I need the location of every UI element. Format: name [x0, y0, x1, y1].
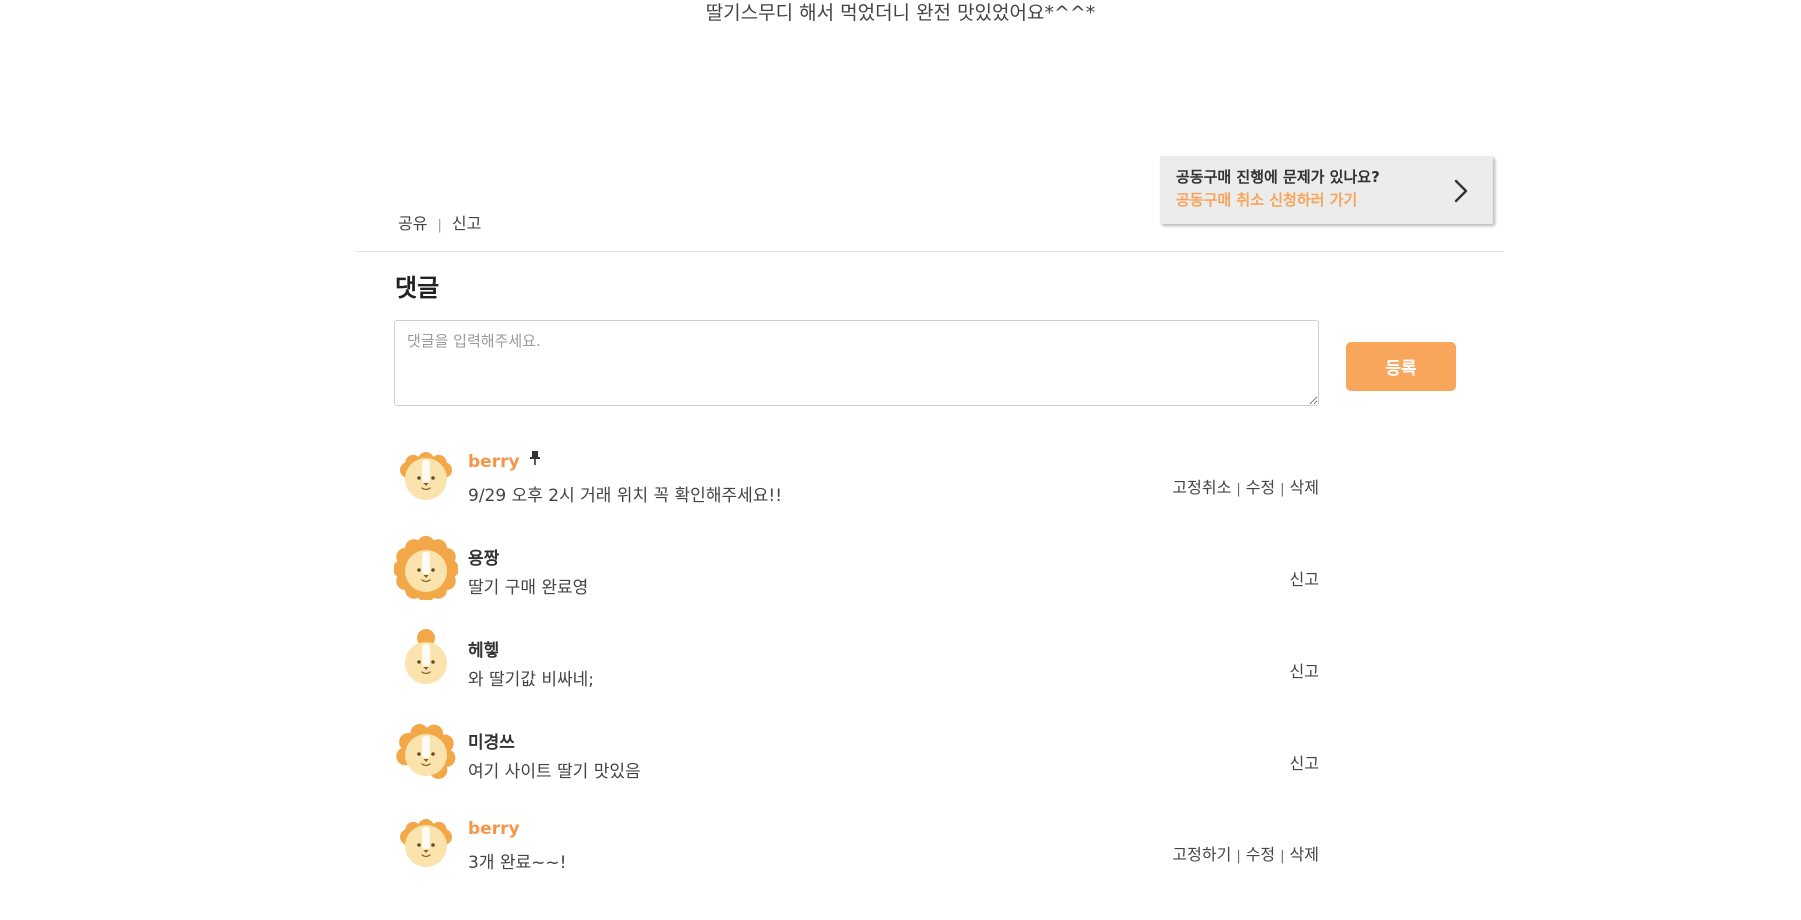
- lion-avatar-icon: [394, 628, 458, 692]
- action-unpin-button[interactable]: 고정취소: [1172, 478, 1231, 497]
- comment-author: 용짱: [468, 549, 500, 569]
- comment-text: 와 딸기값 비싸네;: [468, 670, 595, 690]
- action-pin-button[interactable]: 고정하기: [1172, 845, 1231, 864]
- action-edit-button[interactable]: 수정: [1246, 478, 1275, 497]
- comment-item: 미경쓰여기 사이트 딸기 맛있음 신고: [394, 720, 1319, 790]
- comments-title: 댓글: [395, 274, 440, 302]
- comment-item: 용짱딸기 구매 완료영 신고: [393, 536, 1319, 606]
- comment-text: 9/29 오후 2시 거래 위치 꼭 확인해주세요!!: [468, 486, 783, 506]
- action-separator: |: [1280, 849, 1285, 864]
- comment-text: 3개 완료~~!: [468, 853, 567, 873]
- action-report-button[interactable]: 신고: [1290, 662, 1319, 681]
- post-body-text: 딸기스무디 해서 먹었더니 완전 맛있었어요*^^*: [705, 2, 1096, 24]
- comment-actions: 신고: [1290, 658, 1319, 682]
- action-delete-button[interactable]: 삭제: [1290, 478, 1319, 497]
- comment-actions: 신고: [1290, 750, 1319, 774]
- cancel-banner-link[interactable]: 공동구매 취소 신청하러 가기: [1176, 188, 1493, 212]
- action-separator: |: [1236, 849, 1241, 864]
- comment-text: 딸기 구매 완료영: [468, 578, 589, 598]
- action-report-button[interactable]: 신고: [1290, 754, 1319, 773]
- comment-text: 여기 사이트 딸기 맛있음: [468, 762, 641, 782]
- action-separator: |: [1236, 482, 1241, 497]
- action-separator: |: [1280, 482, 1285, 497]
- lion-avatar-icon: [394, 811, 458, 875]
- comment-actions: 신고: [1290, 566, 1319, 590]
- comment-author: 헤헿: [468, 641, 500, 661]
- comment-actions: 고정하기 | 수정 | 삭제: [1172, 841, 1319, 865]
- action-delete-button[interactable]: 삭제: [1290, 845, 1319, 864]
- comment-author: 미경쓰: [468, 733, 515, 753]
- lion-avatar-icon: [393, 536, 459, 602]
- comment-author: berry: [468, 819, 520, 839]
- share-button[interactable]: 공유: [398, 210, 427, 234]
- lion-avatar-icon: [394, 444, 458, 508]
- section-divider: [357, 251, 1504, 252]
- action-edit-button[interactable]: 수정: [1246, 845, 1275, 864]
- cancel-banner-question: 공동구매 진행에 문제가 있나요?: [1176, 168, 1380, 186]
- cancel-request-banner[interactable]: 공동구매 진행에 문제가 있나요? 공동구매 취소 신청하러 가기: [1160, 156, 1493, 224]
- chevron-right-icon[interactable]: [1453, 178, 1469, 208]
- comment-item: berry 3개 완료~~! 고정하기 | 수정 | 삭제: [394, 811, 1319, 881]
- report-post-button[interactable]: 신고: [452, 210, 481, 234]
- submit-comment-button[interactable]: 등록: [1346, 342, 1456, 391]
- action-report-button[interactable]: 신고: [1290, 570, 1319, 589]
- action-separator: |: [437, 218, 442, 233]
- comment-author: berry: [468, 452, 520, 472]
- comment-input[interactable]: [394, 320, 1319, 406]
- pin-icon: [528, 450, 542, 470]
- lion-avatar-icon: [394, 720, 458, 784]
- comment-item: 헤헿와 딸기값 비싸네; 신고: [394, 628, 1319, 698]
- comment-item: berry 9/29 오후 2시 거래 위치 꼭 확인해주세요!! 고정취소 | 수정…: [394, 444, 1319, 514]
- comment-actions: 고정취소 | 수정 | 삭제: [1172, 474, 1319, 498]
- post-actions: 공유 | 신고: [398, 210, 481, 234]
